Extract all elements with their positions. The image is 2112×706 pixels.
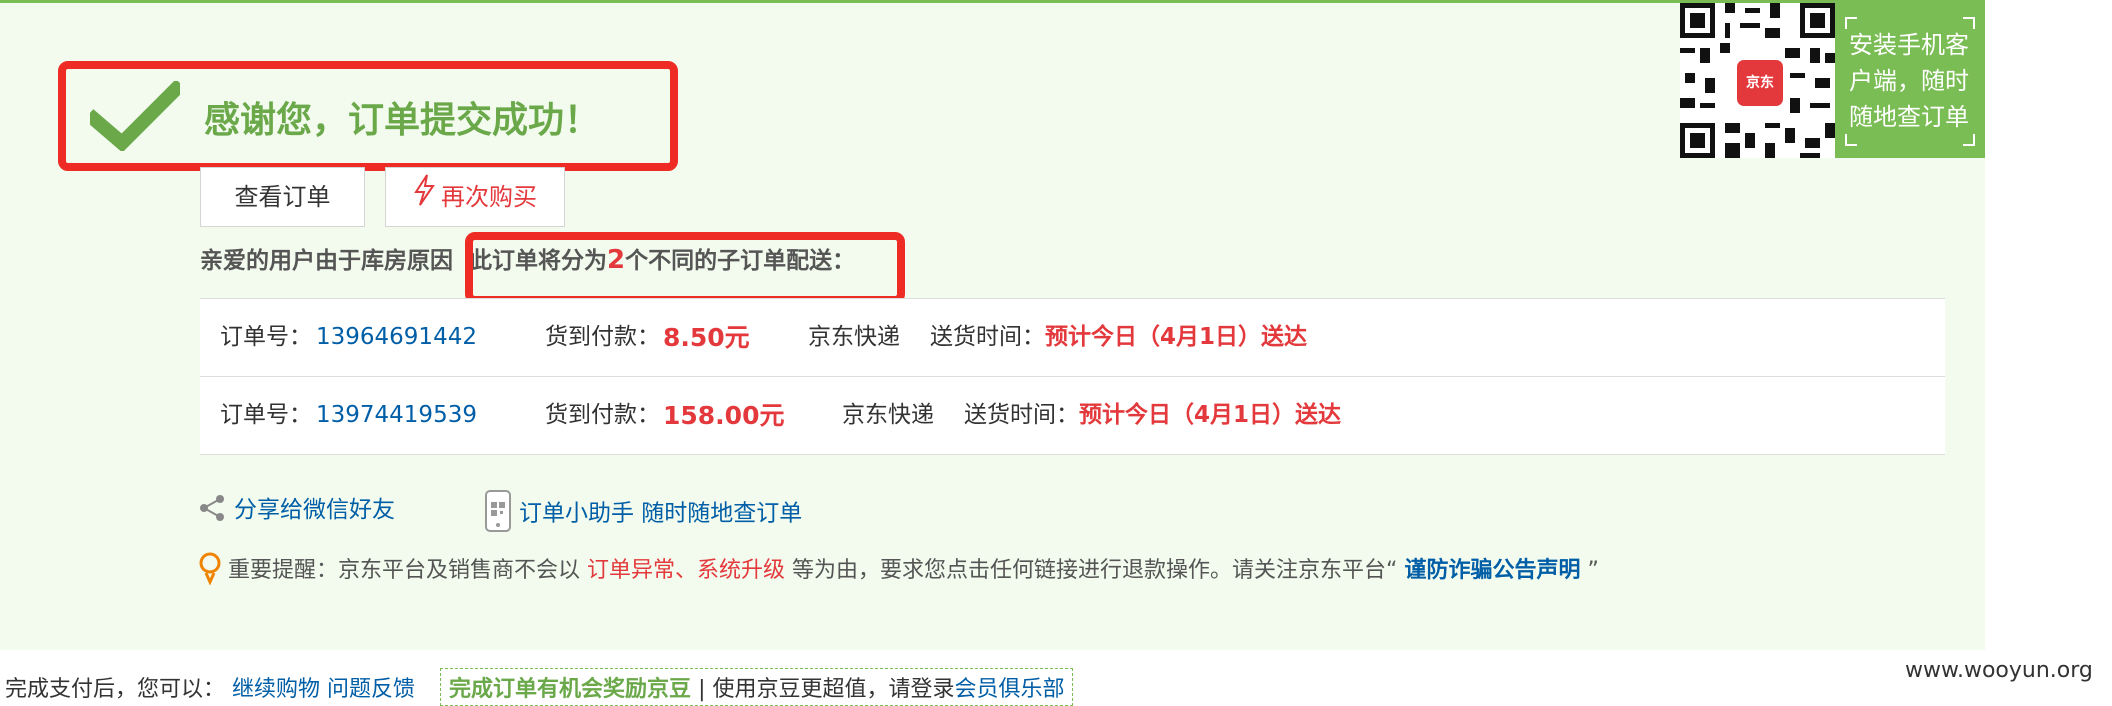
- order-amount: 8.50元: [663, 323, 750, 352]
- member-club-link[interactable]: 会员俱乐部: [954, 677, 1064, 702]
- corner-mark: [1845, 17, 1857, 29]
- qr-code[interactable]: 京东: [1680, 3, 1835, 158]
- order-amount: 158.00元: [663, 401, 785, 430]
- bulb-icon: [198, 551, 222, 591]
- buy-again-button[interactable]: 再次购买: [385, 167, 565, 227]
- corner-mark: [1963, 134, 1975, 146]
- watermark: www.wooyun.org: [1905, 658, 2093, 683]
- order-helper-link[interactable]: 订单小助手 随时随地查订单: [485, 490, 802, 538]
- jd-app-logo: 京东: [1734, 57, 1786, 109]
- corner-mark: [1845, 134, 1857, 146]
- success-annotation-box: 感谢您，订单提交成功！: [58, 61, 678, 171]
- phone-qr-icon: [485, 490, 511, 538]
- checkmark-icon: [84, 79, 186, 155]
- feedback-link[interactable]: 问题反馈: [327, 677, 415, 702]
- carrier: 京东快递: [842, 402, 934, 428]
- jd-bean-promo: 完成订单有机会奖励京豆 | 使用京豆更超值，请登录会员俱乐部: [440, 668, 1074, 706]
- split-annotation-box: [465, 232, 905, 304]
- carrier: 京东快递: [808, 324, 900, 350]
- share-wechat-link[interactable]: 分享给微信好友: [198, 490, 395, 528]
- security-reminder: 重要提醒：京东平台及销售商不会以 订单异常、系统升级 等为由，要求您点击任何链接…: [198, 551, 1599, 591]
- anti-fraud-notice-link[interactable]: 谨防诈骗公告声明: [1404, 558, 1580, 583]
- corner-mark: [1963, 17, 1975, 29]
- order-list: 订单号： 13964691442 货到付款： 8.50元 京东快递 送货时间： …: [200, 298, 1945, 455]
- delivery-estimate: 预计今日（4月1日）送达: [1079, 402, 1342, 428]
- success-title: 感谢您，订单提交成功！: [204, 100, 601, 141]
- app-download-widget[interactable]: 京东 安装手机客户端，随时随地查订单: [1680, 3, 1985, 158]
- order-row: 订单号： 13974419539 货到付款： 158.00元 京东快递 送货时间…: [200, 377, 1945, 455]
- delivery-estimate: 预计今日（4月1日）送达: [1045, 324, 1308, 350]
- order-number-link[interactable]: 13974419539: [316, 377, 477, 454]
- lightning-icon: [413, 169, 435, 227]
- order-success-panel: 感谢您，订单提交成功！ 查看订单 再次购买 亲爱的用户由于库房原因 此订单将分为…: [0, 0, 1985, 650]
- jd-bean-link[interactable]: 完成订单有机会奖励京豆: [449, 677, 691, 702]
- order-number-link[interactable]: 13964691442: [316, 299, 477, 376]
- share-icon: [198, 494, 226, 528]
- continue-shopping-link[interactable]: 继续购物: [232, 677, 320, 702]
- order-row: 订单号： 13964691442 货到付款： 8.50元 京东快递 送货时间： …: [200, 299, 1945, 377]
- buy-again-label: 再次购买: [441, 183, 537, 211]
- view-order-button[interactable]: 查看订单: [200, 167, 365, 227]
- after-payment-bar: 完成支付后，您可以： 继续购物 问题反馈 完成订单有机会奖励京豆 | 使用京豆更…: [5, 668, 1074, 706]
